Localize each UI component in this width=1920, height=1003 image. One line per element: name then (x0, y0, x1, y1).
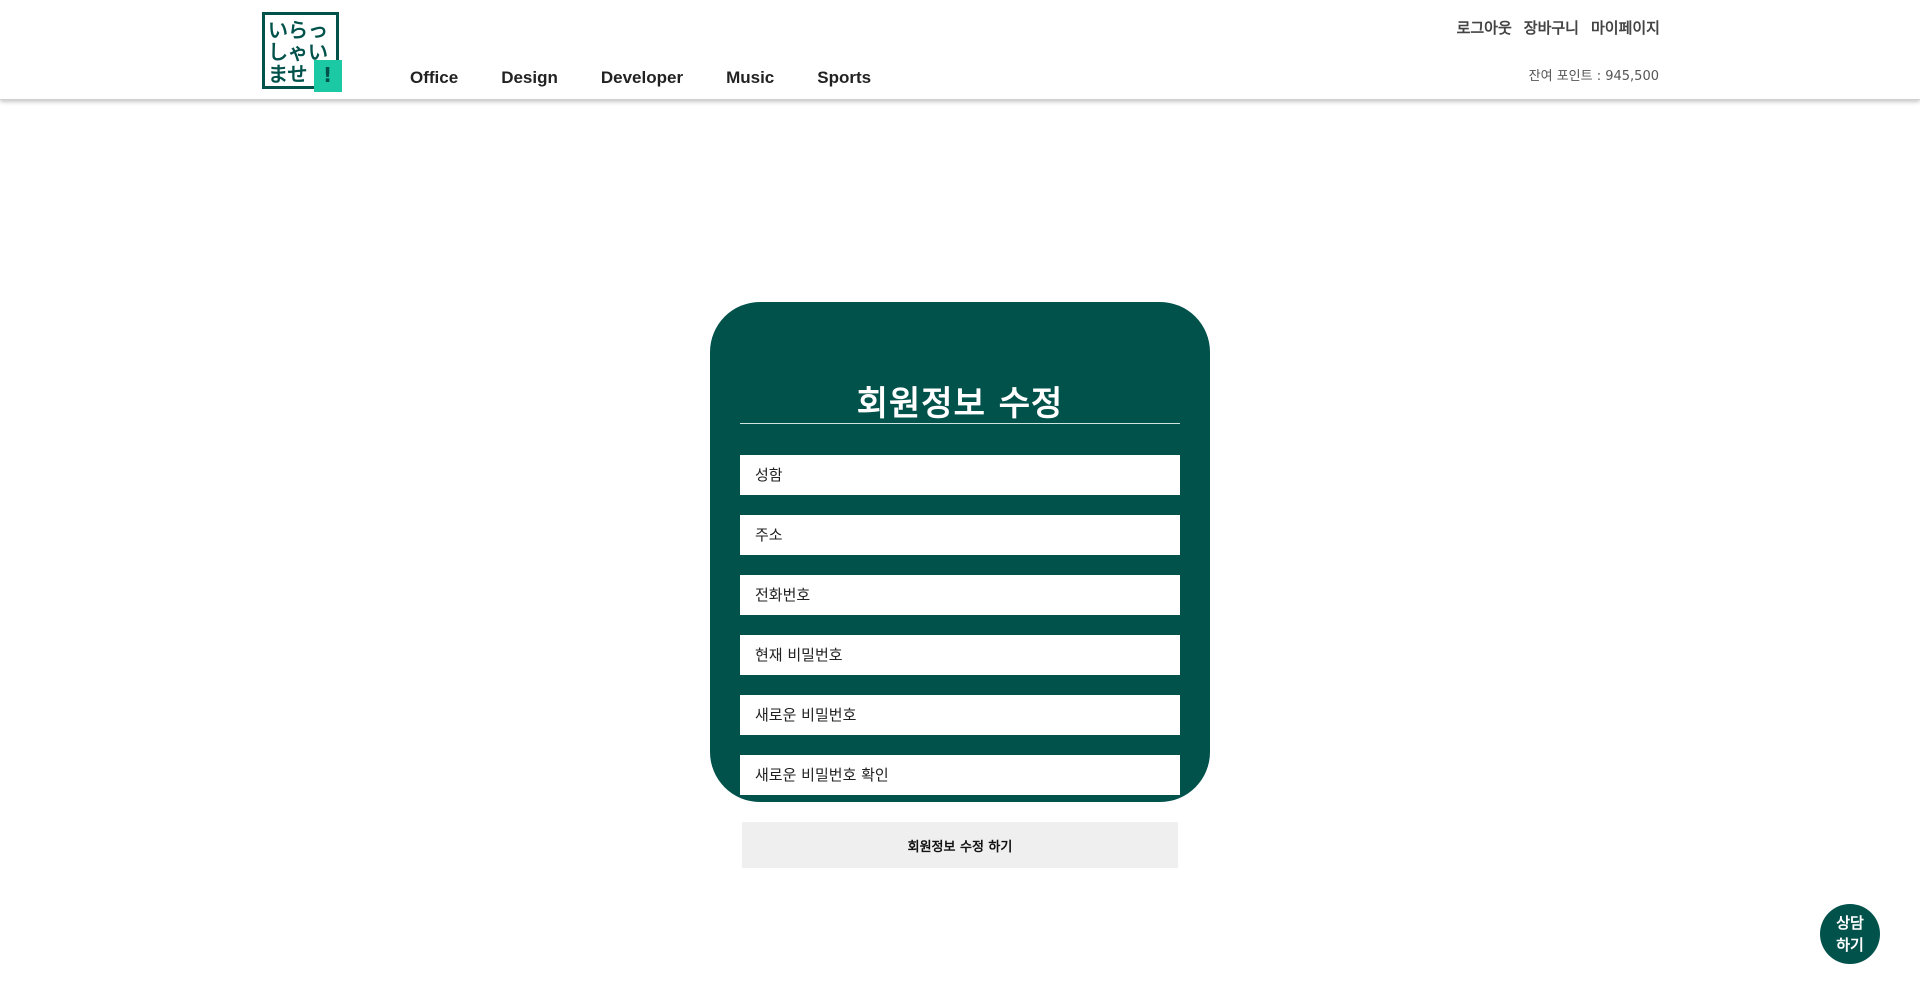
nav-item-developer[interactable]: Developer (601, 68, 683, 88)
title-divider (740, 423, 1180, 424)
logo-exclamation: ! (323, 63, 332, 87)
form-title: 회원정보 수정 (856, 384, 1064, 424)
cart-link[interactable]: 장바구니 (1524, 17, 1579, 38)
logout-link[interactable]: 로그아웃 (1457, 17, 1512, 38)
consult-chat-button[interactable]: 상담 하기 (1820, 904, 1880, 964)
site-header: いらっ しゃい ませ ! Office Design Developer Mus… (0, 0, 1920, 100)
chat-label-line1: 상담 (1836, 914, 1864, 932)
current-password-field[interactable] (740, 635, 1180, 675)
logo-text-line2: しゃい (268, 40, 328, 64)
phone-field[interactable] (740, 575, 1180, 615)
nav-item-design[interactable]: Design (501, 68, 558, 88)
mypage-link[interactable]: 마이페이지 (1591, 17, 1660, 38)
site-logo[interactable]: いらっ しゃい ませ ! (262, 12, 342, 92)
remaining-points: 잔여 포인트 : 945,500 (1528, 69, 1659, 84)
nav-item-office[interactable]: Office (410, 68, 458, 88)
nav-item-music[interactable]: Music (726, 68, 774, 88)
nav-item-sports[interactable]: Sports (817, 68, 871, 88)
confirm-password-field[interactable] (740, 755, 1180, 795)
logo-graphic: いらっ しゃい ませ ! (262, 12, 342, 92)
name-field[interactable] (740, 455, 1180, 495)
logo-text-line1: いらっ (268, 18, 328, 42)
submit-edit-button[interactable]: 회원정보 수정 하기 (742, 822, 1178, 868)
logo-text-line3: ませ (268, 62, 307, 86)
main-nav: Office Design Developer Music Sports (410, 66, 914, 90)
chat-label-line2: 하기 (1836, 936, 1864, 954)
new-password-field[interactable] (740, 695, 1180, 735)
edit-profile-card: 회원정보 수정 (710, 302, 1210, 802)
user-links: 로그아웃 장바구니 마이페이지 (1457, 16, 1660, 38)
address-field[interactable] (740, 515, 1180, 555)
